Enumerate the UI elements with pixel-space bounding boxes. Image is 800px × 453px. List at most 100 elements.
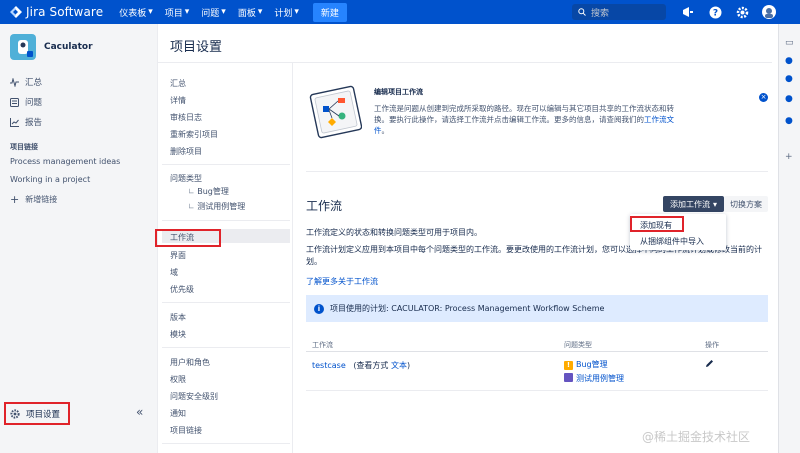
switch-scheme-button[interactable]: 切换方案 [724, 196, 768, 212]
divider [306, 351, 768, 352]
settings-nav-screens[interactable]: 界面 [170, 250, 186, 261]
project-link[interactable]: Working in a project [10, 175, 120, 184]
issue-type-label: 测试用例管理 [197, 202, 246, 211]
settings-nav-reindex[interactable]: 重新索引项目 [170, 129, 218, 140]
add-link-label: 新增链接 [25, 195, 58, 204]
plus-icon[interactable]: + [785, 152, 793, 162]
workflow-description: 工作流定义的状态和转换问题类型可用于项目内。 [306, 228, 482, 237]
top-navigation-bar: Jira Software 仪表板 ▾ 项目 ▾ 问题 ▾ 面板 ▾ 计划 ▾ 新建 搜索… [0, 0, 800, 24]
project-header[interactable]: Caculator [10, 34, 93, 60]
settings-nav-versions[interactable]: 版本 [170, 312, 186, 323]
menu-issues[interactable]: 问题 ▾ [201, 3, 226, 22]
chevron-down-icon: ▾ [184, 7, 190, 17]
app-icon[interactable]: ● [785, 94, 793, 104]
jira-logo-icon [10, 6, 22, 18]
settings-nav-fields[interactable]: 域 [170, 267, 178, 278]
settings-nav-components[interactable]: 模块 [170, 329, 186, 340]
edit-pencil-icon[interactable] [705, 359, 714, 370]
menu-plans[interactable]: 计划 ▾ [274, 3, 299, 22]
menu-label: 面板 [237, 8, 256, 19]
gear-icon[interactable] [733, 3, 751, 21]
jira-logo[interactable]: Jira Software [10, 5, 103, 19]
workflow-docs-link[interactable]: 工作流文 [644, 115, 674, 124]
menu-dashboards[interactable]: 仪表板 ▾ [119, 3, 153, 22]
view-as-text-link[interactable]: 文本 [391, 361, 407, 370]
issue-type-link[interactable]: 测试用例管理 [576, 374, 624, 383]
search-input[interactable]: 搜索 [572, 4, 666, 20]
dropdown-item-import-bundle[interactable]: 从捆绑组件中导入 [640, 236, 704, 247]
issue-type-item: 测试用例管理 [564, 373, 624, 384]
avatar[interactable] [760, 3, 778, 21]
menu-label: 问题 [201, 8, 220, 19]
divider [158, 62, 772, 63]
bookmark-icon[interactable]: ▭ [785, 38, 794, 48]
divider [306, 171, 768, 172]
intro-line: 工作流是问题从创建到完成所采取的路径。现在可以编辑与其它项目共享的工作流状态和转 [374, 104, 674, 113]
settings-nav-issue-security[interactable]: 问题安全级别 [170, 391, 218, 402]
settings-nav-users-roles[interactable]: 用户和角色 [170, 357, 210, 368]
project-settings-button[interactable]: 项目设置 [4, 402, 70, 425]
sidebar-item-label: 问题 [25, 98, 43, 108]
settings-nav-issue-type-test[interactable]: ∟ 测试用例管理 [188, 201, 245, 212]
issue-type-item: ! Bug管理 [564, 359, 608, 370]
menu-boards[interactable]: 面板 ▾ [238, 3, 263, 22]
view-as-prefix: (查看方式 [353, 361, 389, 370]
page-title: 项目设置 [170, 40, 223, 55]
intro-line: 换。要执行此操作，请选择工作流并点击编辑工作流。更多的信息，请查阅我们的工作流文 [374, 114, 704, 125]
search-icon [578, 8, 586, 16]
column-header-actions: 操作 [705, 341, 719, 349]
issue-type-link[interactable]: Bug管理 [576, 360, 608, 369]
collapse-sidebar-button[interactable]: « [136, 405, 143, 419]
menu-projects[interactable]: 项目 ▾ [165, 3, 190, 22]
settings-nav-audit-log[interactable]: 审核日志 [170, 112, 202, 123]
settings-nav-issue-types[interactable]: 问题类型 [170, 173, 202, 184]
chevron-down-icon: ▾ [294, 7, 299, 17]
close-icon[interactable]: × [759, 93, 768, 102]
view-as-suffix: ) [406, 361, 411, 370]
search-placeholder: 搜索 [591, 8, 610, 19]
intro-period: 。 [381, 126, 390, 135]
settings-nav-summary[interactable]: 汇总 [170, 78, 186, 89]
settings-nav-permissions[interactable]: 权限 [170, 374, 186, 385]
workflow-docs-link-tail[interactable]: 件 [374, 126, 382, 135]
learn-more-link[interactable]: 了解更多关于工作流 [306, 276, 378, 287]
add-workflow-button[interactable]: 添加工作流 ▾ [663, 196, 724, 212]
divider [292, 62, 293, 453]
divider [162, 347, 290, 348]
settings-nav-details[interactable]: 详情 [170, 95, 186, 106]
create-button[interactable]: 新建 [312, 2, 347, 22]
settings-nav-issue-type-bug[interactable]: ∟ Bug管理 [188, 186, 229, 197]
project-settings-label: 项目设置 [26, 409, 61, 420]
menu-label: 计划 [274, 8, 293, 19]
workflow-illustration [306, 84, 363, 142]
column-header-workflow: 工作流 [312, 341, 333, 349]
chart-icon [10, 117, 19, 127]
sidebar-item-issues[interactable]: 问题 [10, 96, 42, 108]
project-link[interactable]: Process management ideas [10, 157, 120, 166]
sidebar-item-reports[interactable]: 报告 [10, 116, 42, 128]
chevron-down-icon: ▾ [257, 7, 263, 17]
megaphone-icon[interactable] [679, 3, 697, 21]
chevron-down-icon: ▾ [148, 7, 153, 17]
settings-nav-delete-project[interactable]: 删除项目 [170, 146, 202, 157]
workflow-scheme-description-tail: 划。 [306, 257, 322, 266]
settings-nav-project-links[interactable]: 项目链接 [170, 425, 202, 436]
workflow-name-link[interactable]: testcase [312, 361, 346, 370]
add-link-button[interactable]: + 新增链接 [10, 193, 120, 206]
app-icon[interactable]: ● [785, 74, 793, 84]
settings-nav-notifications[interactable]: 通知 [170, 408, 186, 419]
intro-line: 件。 [374, 125, 704, 136]
app-icon[interactable]: ● [785, 56, 793, 66]
settings-nav-priorities[interactable]: 优先级 [170, 284, 194, 295]
highlight-box [630, 216, 684, 232]
app-icon[interactable]: ● [785, 116, 793, 126]
scheme-info-banner: i 项目使用的计划: CACULATOR: Process Management… [306, 295, 768, 322]
divider [162, 164, 290, 165]
column-header-issue-types: 问题类型 [564, 341, 592, 349]
help-icon[interactable]: ? [706, 3, 724, 21]
sidebar-item-summary[interactable]: 汇总 [10, 76, 42, 88]
sidebar-item-label: 汇总 [25, 78, 43, 88]
watermark: @稀土掘金技术社区 [642, 430, 751, 444]
intro-title: 编辑项目工作流 [374, 88, 423, 96]
bug-type-icon: ! [564, 361, 573, 370]
